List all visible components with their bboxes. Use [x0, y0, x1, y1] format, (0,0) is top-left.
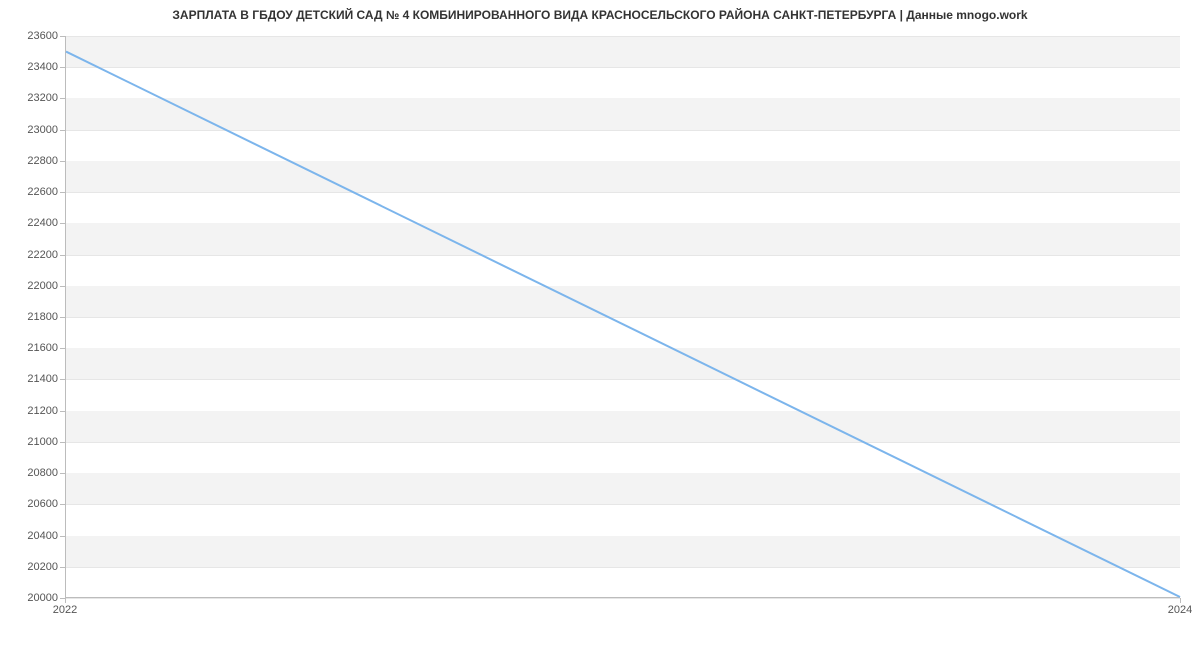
y-tick-label: 22200: [8, 249, 58, 261]
y-tick-label: 23400: [8, 61, 58, 73]
y-tick-label: 23600: [8, 30, 58, 42]
y-tick-mark: [60, 255, 65, 256]
y-tick-mark: [60, 567, 65, 568]
series-line: [66, 52, 1180, 597]
y-tick-label: 21400: [8, 373, 58, 385]
line-series: [66, 36, 1180, 597]
y-tick-mark: [60, 36, 65, 37]
x-tick-mark: [65, 598, 66, 603]
y-tick-mark: [60, 317, 65, 318]
y-tick-mark: [60, 130, 65, 131]
chart-title: ЗАРПЛАТА В ГБДОУ ДЕТСКИЙ САД № 4 КОМБИНИ…: [0, 8, 1200, 22]
y-tick-mark: [60, 504, 65, 505]
y-tick-label: 22400: [8, 217, 58, 229]
y-tick-mark: [60, 223, 65, 224]
y-tick-label: 20000: [8, 592, 58, 604]
y-tick-label: 20800: [8, 467, 58, 479]
x-tick-mark: [1180, 598, 1181, 603]
plot-area: [65, 36, 1180, 598]
y-tick-mark: [60, 379, 65, 380]
y-tick-label: 22600: [8, 186, 58, 198]
y-tick-label: 20200: [8, 561, 58, 573]
y-tick-mark: [60, 98, 65, 99]
y-tick-label: 21000: [8, 436, 58, 448]
y-tick-mark: [60, 473, 65, 474]
y-tick-label: 20400: [8, 530, 58, 542]
y-tick-mark: [60, 286, 65, 287]
y-tick-label: 22800: [8, 155, 58, 167]
y-tick-mark: [60, 161, 65, 162]
y-tick-mark: [60, 536, 65, 537]
x-tick-label: 2022: [53, 604, 77, 616]
y-tick-label: 21200: [8, 405, 58, 417]
y-tick-label: 20600: [8, 498, 58, 510]
y-tick-mark: [60, 67, 65, 68]
y-tick-mark: [60, 411, 65, 412]
gridline: [66, 598, 1180, 599]
x-tick-label: 2024: [1168, 604, 1192, 616]
y-tick-label: 21600: [8, 342, 58, 354]
y-tick-label: 22000: [8, 280, 58, 292]
y-tick-mark: [60, 348, 65, 349]
chart-container: ЗАРПЛАТА В ГБДОУ ДЕТСКИЙ САД № 4 КОМБИНИ…: [0, 0, 1200, 650]
y-tick-mark: [60, 192, 65, 193]
y-tick-label: 23200: [8, 92, 58, 104]
y-tick-label: 21800: [8, 311, 58, 323]
y-tick-mark: [60, 442, 65, 443]
y-tick-label: 23000: [8, 124, 58, 136]
